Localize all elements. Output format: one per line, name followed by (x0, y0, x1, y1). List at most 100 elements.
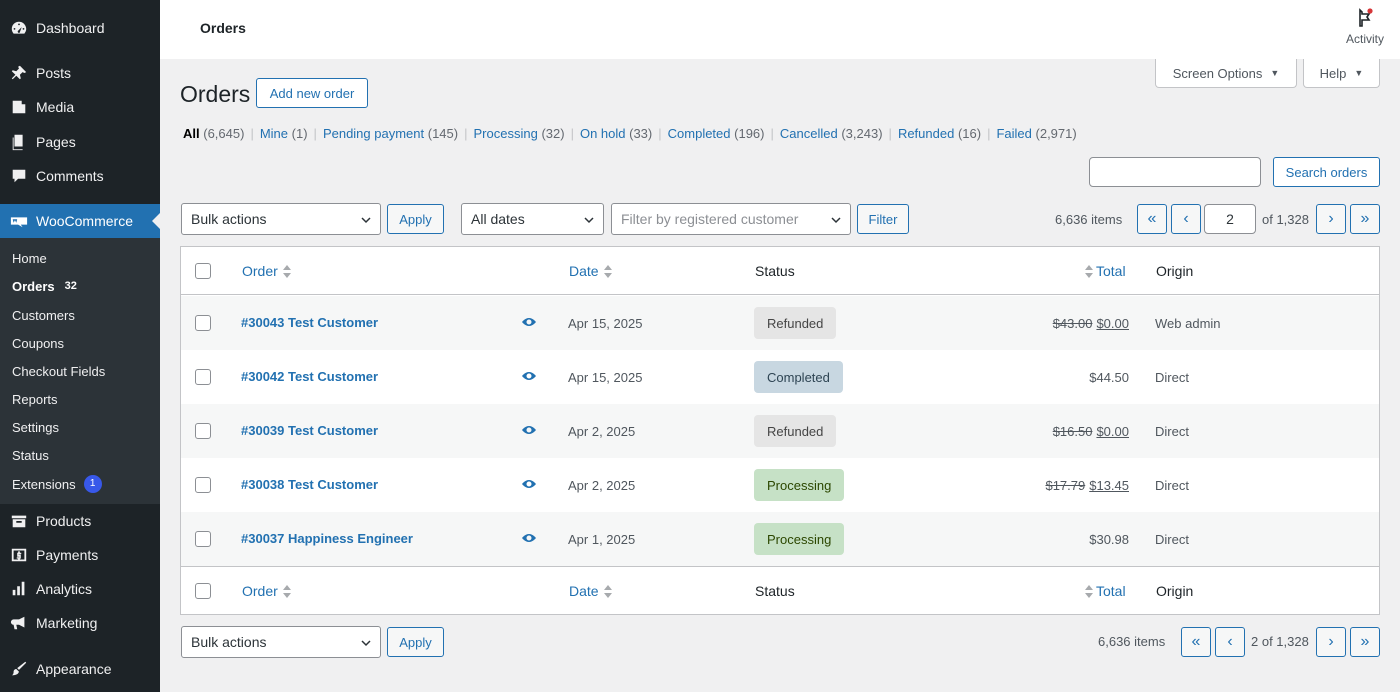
column-total[interactable]: Total (1085, 263, 1126, 279)
column-label: Order (242, 263, 278, 279)
column-date[interactable]: Date (569, 263, 612, 279)
menu-analytics[interactable]: Analytics (0, 572, 160, 606)
order-link[interactable]: #30042 Test Customer (241, 369, 378, 384)
menu-payments[interactable]: Payments (0, 538, 160, 572)
column-order[interactable]: Order (242, 263, 291, 279)
separator: | (313, 126, 317, 141)
prev-page-button[interactable]: ‹ (1171, 204, 1201, 234)
order-link[interactable]: #30037 Happiness Engineer (241, 531, 413, 546)
filter-processing[interactable]: Processing (474, 126, 538, 141)
preview-eye-icon[interactable] (521, 532, 537, 548)
prev-page-button-bottom[interactable]: ‹ (1215, 627, 1245, 657)
bulk-actions-select[interactable]: Bulk actions (181, 203, 381, 235)
submenu-customers[interactable]: Customers (12, 305, 75, 325)
menu-woocommerce[interactable]: WooCommerce (0, 204, 160, 238)
order-link[interactable]: #30043 Test Customer (241, 315, 378, 330)
row-checkbox[interactable] (195, 315, 211, 331)
filter-count: (1) (291, 126, 308, 141)
menu-posts[interactable]: Posts (0, 56, 160, 90)
select-value: Bulk actions (191, 634, 267, 650)
submenu-label: Customers (12, 307, 75, 323)
apply-button-bottom[interactable]: Apply (387, 627, 444, 657)
customer-filter-select[interactable]: Filter by registered customer (611, 203, 851, 235)
menu-marketing[interactable]: Marketing (0, 606, 160, 640)
submenu-orders[interactable]: Orders 32 (12, 276, 77, 296)
table-row[interactable]: #30039 Test Customer Apr 2, 2025 Refunde… (181, 404, 1379, 458)
select-all-checkbox[interactable] (195, 263, 211, 279)
help-button[interactable]: Help ▼ (1303, 59, 1380, 88)
order-origin: Web admin (1155, 316, 1221, 331)
menu-pages[interactable]: Pages (0, 125, 160, 159)
preview-eye-icon[interactable] (521, 370, 537, 386)
column-status: Status (755, 263, 795, 279)
submenu-reports[interactable]: Reports (12, 389, 58, 409)
next-page-button-bottom[interactable]: › (1316, 627, 1346, 657)
next-page-button[interactable]: › (1316, 204, 1346, 234)
preview-eye-icon[interactable] (521, 316, 537, 332)
filter-all[interactable]: All (183, 126, 200, 141)
menu-comments[interactable]: Comments (0, 159, 160, 193)
order-date: Apr 15, 2025 (568, 316, 643, 331)
menu-products[interactable]: Products (0, 504, 160, 538)
order-link[interactable]: #30039 Test Customer (241, 423, 378, 438)
last-page-button[interactable]: » (1350, 204, 1380, 234)
order-date: Apr 1, 2025 (568, 532, 636, 547)
table-row[interactable]: #30037 Happiness Engineer Apr 1, 2025 Pr… (181, 512, 1379, 566)
order-link[interactable]: #30038 Test Customer (241, 477, 378, 492)
table-row[interactable]: #30043 Test Customer Apr 15, 2025 Refund… (181, 296, 1379, 350)
chevron-down-icon (830, 213, 842, 225)
submenu-extensions[interactable]: Extensions 1 (12, 474, 102, 494)
row-checkbox[interactable] (195, 531, 211, 547)
submenu-settings[interactable]: Settings (12, 417, 59, 437)
select-all-checkbox[interactable] (195, 583, 211, 599)
row-checkbox[interactable] (195, 423, 211, 439)
filter-count: (33) (629, 126, 653, 141)
screen-options-button[interactable]: Screen Options ▼ (1155, 59, 1297, 88)
search-orders-input[interactable] (1089, 157, 1261, 187)
first-page-button[interactable]: « (1137, 204, 1167, 234)
column-total[interactable]: Total (1085, 583, 1126, 599)
order-total: $17.79 $13.45 (1045, 478, 1129, 493)
submenu-label: Extensions (12, 476, 76, 492)
filter-cancelled[interactable]: Cancelled (780, 126, 838, 141)
menu-appearance[interactable]: Appearance (0, 652, 160, 686)
header-title: Orders (200, 20, 246, 36)
analytics-icon (10, 580, 28, 598)
filter-button[interactable]: Filter (857, 204, 909, 234)
preview-eye-icon[interactable] (521, 478, 537, 494)
submenu-coupons[interactable]: Coupons (12, 333, 64, 353)
menu-dashboard[interactable]: Dashboard (0, 11, 160, 45)
filter-refunded[interactable]: Refunded (898, 126, 954, 141)
row-checkbox[interactable] (195, 477, 211, 493)
table-row[interactable]: #30038 Test Customer Apr 2, 2025 Process… (181, 458, 1379, 512)
submenu-home[interactable]: Home (12, 248, 47, 268)
table-row[interactable]: #30042 Test Customer Apr 15, 2025 Comple… (181, 350, 1379, 404)
admin-sidebar: Dashboard Posts Media Pages Comments Woo… (0, 0, 160, 692)
search-orders-button[interactable]: Search orders (1273, 157, 1380, 187)
activity-button[interactable]: Activity (1330, 8, 1400, 46)
filter-failed[interactable]: Failed (996, 126, 1031, 141)
menu-label: Comments (36, 168, 104, 184)
order-total: $30.98 (1089, 532, 1129, 547)
current-page-input[interactable] (1204, 204, 1256, 234)
submenu-status[interactable]: Status (12, 445, 49, 465)
bulk-actions-select-bottom[interactable]: Bulk actions (181, 626, 381, 658)
chevron-down-icon (583, 213, 595, 225)
filter-mine[interactable]: Mine (260, 126, 288, 141)
submenu-checkout-fields[interactable]: Checkout Fields (12, 361, 105, 381)
apply-button[interactable]: Apply (387, 204, 444, 234)
filter-on-hold[interactable]: On hold (580, 126, 626, 141)
first-page-button-bottom[interactable]: « (1181, 627, 1211, 657)
column-date[interactable]: Date (569, 583, 612, 599)
filter-completed[interactable]: Completed (668, 126, 731, 141)
preview-eye-icon[interactable] (521, 424, 537, 440)
date-filter-select[interactable]: All dates (461, 203, 604, 235)
row-checkbox[interactable] (195, 369, 211, 385)
filter-pending-payment[interactable]: Pending payment (323, 126, 424, 141)
total-pages: of 1,328 (1262, 212, 1309, 227)
column-order[interactable]: Order (242, 583, 291, 599)
last-page-button-bottom[interactable]: » (1350, 627, 1380, 657)
add-new-order-button[interactable]: Add new order (256, 78, 368, 108)
filter-count: (32) (541, 126, 565, 141)
menu-media[interactable]: Media (0, 90, 160, 124)
